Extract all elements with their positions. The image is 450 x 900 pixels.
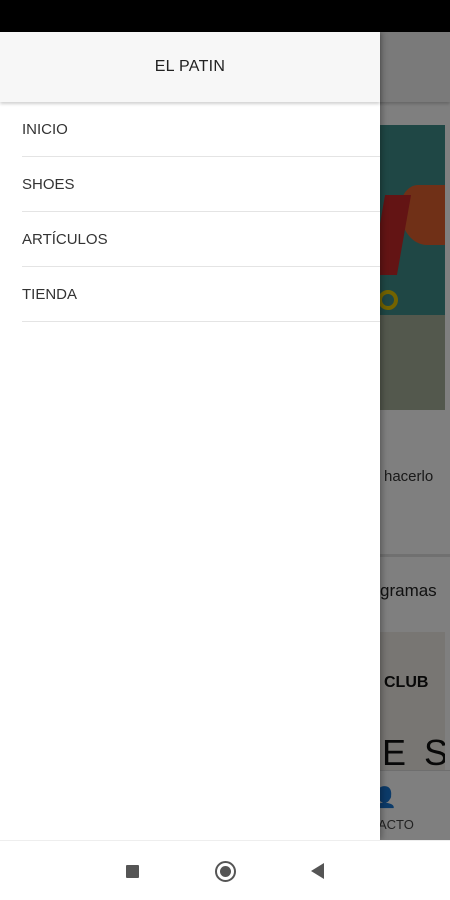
menu-item-inicio[interactable]: INICIO — [22, 102, 380, 157]
recents-button[interactable] — [120, 859, 144, 883]
drawer-title: EL PATIN — [154, 58, 226, 75]
menu-item-tienda[interactable]: TIENDA — [22, 267, 380, 322]
system-navigation-bar — [0, 840, 450, 900]
status-bar — [0, 0, 450, 32]
home-button[interactable] — [213, 859, 237, 883]
menu-item-label: TIENDA — [22, 285, 78, 303]
square-icon — [125, 864, 139, 878]
menu-item-articulos[interactable]: ARTÍCULOS — [22, 212, 380, 267]
menu-item-label: SHOES — [22, 175, 75, 193]
circle-icon — [214, 860, 236, 882]
triangle-back-icon — [310, 863, 324, 879]
menu-item-label: INICIO — [22, 120, 68, 138]
drawer-header: EL PATIN — [0, 32, 380, 102]
navigation-drawer: EL PATIN INICIO SHOES ARTÍCULOS TIENDA — [0, 32, 380, 840]
drawer-menu-list: INICIO SHOES ARTÍCULOS TIENDA — [0, 102, 380, 322]
back-button[interactable] — [305, 859, 329, 883]
menu-item-label: ARTÍCULOS — [22, 230, 108, 248]
menu-item-shoes[interactable]: SHOES — [22, 157, 380, 212]
